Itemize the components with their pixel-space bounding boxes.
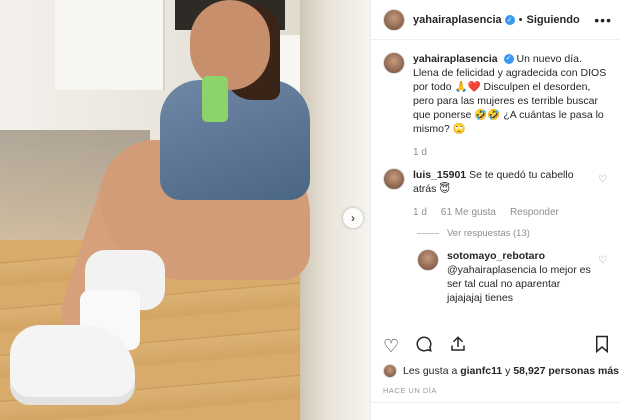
verified-badge-icon: ✓: [504, 14, 515, 25]
caption-username[interactable]: yahairaplasencia: [413, 53, 498, 65]
avatar: [383, 364, 397, 378]
post-header: yahairaplasencia ✓ • Siguiendo •••: [371, 0, 620, 40]
avatar[interactable]: [417, 249, 439, 271]
likes-user[interactable]: gianfc11: [460, 365, 502, 377]
add-comment-area[interactable]: [371, 402, 620, 420]
view-replies-label: Ver respuestas (13): [447, 228, 530, 239]
chevron-right-icon: ›: [351, 211, 355, 225]
replies-divider: [417, 233, 439, 234]
likes-count[interactable]: 58,927 personas más: [513, 365, 619, 377]
photo-jacket: [160, 80, 310, 200]
comment-likes[interactable]: 61 Me gusta: [441, 206, 496, 220]
verified-badge-icon: ✓: [503, 54, 514, 65]
comment-icon[interactable]: [415, 335, 433, 358]
following-button[interactable]: Siguiendo: [527, 14, 580, 26]
reply-comment: sotomayo_rebotaro @yahairaplasencia lo m…: [417, 249, 607, 305]
bookmark-icon[interactable]: [594, 335, 610, 358]
share-icon[interactable]: [449, 335, 467, 358]
comment-username[interactable]: luis_15901: [413, 169, 466, 181]
next-photo-button[interactable]: ›: [343, 208, 363, 228]
more-options-icon[interactable]: •••: [594, 12, 612, 28]
post-timestamp[interactable]: HACE UN DÍA: [383, 386, 437, 395]
reply-button[interactable]: Responder: [510, 206, 559, 220]
heart-icon[interactable]: ♡: [383, 336, 399, 357]
caption: yahairaplasencia ✓ Un nuevo día. Llena d…: [383, 52, 607, 160]
photo-door: [55, 0, 165, 90]
post-photo[interactable]: ›: [0, 0, 370, 420]
caption-text: Un nuevo día. Llena de felicidad y agrad…: [413, 53, 607, 135]
separator-dot: •: [518, 13, 523, 26]
photo-phone: [202, 76, 228, 122]
action-bar: ♡: [383, 332, 610, 360]
avatar[interactable]: [383, 52, 405, 74]
photo-shoe-front: [10, 325, 135, 405]
post-sidebar: yahairaplasencia ✓ • Siguiendo ••• yahai…: [370, 0, 620, 420]
photo-head: [190, 0, 270, 90]
reply-username[interactable]: sotomayo_rebotaro: [447, 250, 545, 262]
reply-like-heart-icon[interactable]: ♡: [598, 255, 607, 305]
comment: luis_15901 Se te quedó tu cabello atrás …: [383, 168, 607, 220]
caption-time[interactable]: 1 d: [413, 146, 427, 160]
comment-like-heart-icon[interactable]: ♡: [598, 174, 607, 220]
likes-connector: y: [505, 365, 511, 377]
avatar[interactable]: [383, 8, 405, 31]
view-replies-button[interactable]: Ver respuestas (13): [417, 228, 607, 239]
reply-text: @yahairaplasencia lo mejor es ser tal cu…: [447, 264, 591, 304]
likes-summary[interactable]: Les gusta a gianfc11 y 58,927 personas m…: [383, 364, 619, 378]
comments-list[interactable]: yahairaplasencia ✓ Un nuevo día. Llena d…: [371, 52, 620, 324]
comment-time[interactable]: 1 d: [413, 206, 427, 220]
avatar[interactable]: [383, 168, 405, 190]
author-username[interactable]: yahairaplasencia: [413, 14, 502, 26]
likes-prefix: Les gusta a: [403, 365, 458, 377]
